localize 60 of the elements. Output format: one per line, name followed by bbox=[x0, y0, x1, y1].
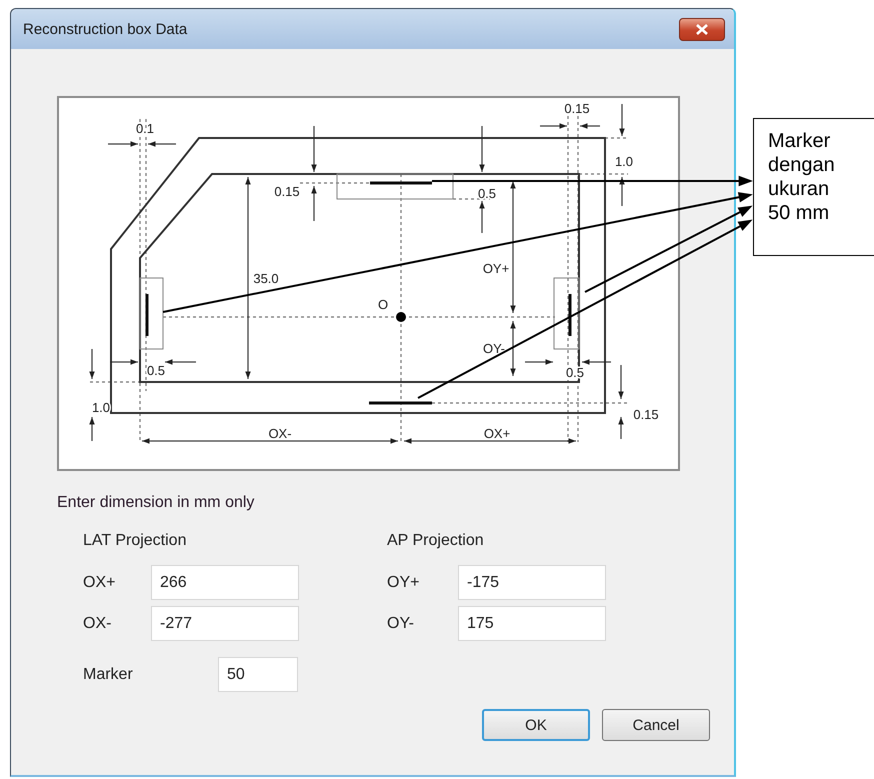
close-icon bbox=[696, 24, 708, 34]
input-field[interactable]: 50 bbox=[218, 657, 298, 692]
dimension-label: 0.15 bbox=[274, 184, 300, 199]
marker-bar bbox=[370, 182, 432, 184]
field-label: OY+ bbox=[387, 574, 420, 592]
input-field[interactable]: -175 bbox=[458, 565, 606, 600]
dimension-label: 1.0 bbox=[92, 400, 110, 415]
field-label: OY- bbox=[387, 614, 415, 632]
cancel-button[interactable]: Cancel bbox=[602, 709, 710, 741]
dimension-arrow bbox=[618, 364, 624, 400]
marker-slot bbox=[554, 278, 580, 350]
dimension-label: 1.0 bbox=[614, 154, 634, 169]
dimension-arrow bbox=[479, 200, 485, 234]
dimension-arrow bbox=[311, 126, 317, 172]
ok-button[interactable]: OK bbox=[482, 709, 590, 741]
dimension-arrow bbox=[108, 141, 138, 147]
dimension-arrow bbox=[618, 416, 624, 440]
dimension-arrow bbox=[311, 186, 317, 222]
dimension-label: 35.0 bbox=[253, 271, 279, 286]
field-label: OX+ bbox=[83, 574, 116, 592]
dimension-arrow bbox=[148, 141, 176, 147]
marker-bar bbox=[568, 294, 572, 336]
dimension-label: OX+ bbox=[484, 426, 510, 441]
marker-bar bbox=[146, 294, 148, 336]
input-field[interactable]: -277 bbox=[151, 606, 299, 641]
dimension-arrow bbox=[164, 359, 196, 365]
dimension-arrow bbox=[479, 126, 485, 172]
dimension-label: 0.1 bbox=[136, 121, 154, 136]
dimension-arrow bbox=[582, 359, 612, 365]
instruction-text: Enter dimension in mm only bbox=[57, 494, 256, 512]
dimension-arrow bbox=[540, 123, 568, 129]
dimension-label: 0.15 bbox=[633, 407, 659, 422]
group-title: AP Projection bbox=[387, 532, 485, 550]
dimension-label: O bbox=[378, 297, 388, 312]
window-title: Reconstruction box Data bbox=[23, 20, 188, 38]
dimension-arrow bbox=[110, 359, 138, 365]
dimension-label: 0.5 bbox=[478, 186, 496, 201]
field-label: Marker bbox=[83, 666, 134, 684]
dimension-arrow bbox=[619, 104, 625, 136]
group-title: LAT Projection bbox=[83, 532, 188, 550]
center-dot bbox=[396, 312, 406, 322]
dimension-label: OY- bbox=[483, 341, 505, 356]
input-field[interactable]: 175 bbox=[458, 606, 606, 641]
field-label: OX- bbox=[83, 614, 112, 632]
dimension-label: OX- bbox=[268, 426, 292, 441]
dimension-label: 0.5 bbox=[146, 363, 166, 378]
dimension-arrow bbox=[524, 359, 554, 365]
marker-bar bbox=[369, 402, 432, 404]
input-field[interactable]: 266 bbox=[151, 565, 299, 600]
dimension-arrow bbox=[89, 348, 95, 380]
dimension-arrow bbox=[510, 320, 516, 376]
marker-slot bbox=[140, 278, 164, 350]
guide-line bbox=[605, 137, 628, 139]
callout-text: Marker dengan ukuran 50 mm bbox=[768, 129, 836, 225]
guide-line bbox=[300, 182, 370, 184]
dimension-arrow bbox=[89, 416, 95, 442]
dimension-label: OY+ bbox=[482, 261, 510, 276]
dimension-label: 0.15 bbox=[564, 101, 590, 116]
dimension-arrow bbox=[580, 123, 600, 129]
close-button[interactable] bbox=[679, 18, 725, 40]
